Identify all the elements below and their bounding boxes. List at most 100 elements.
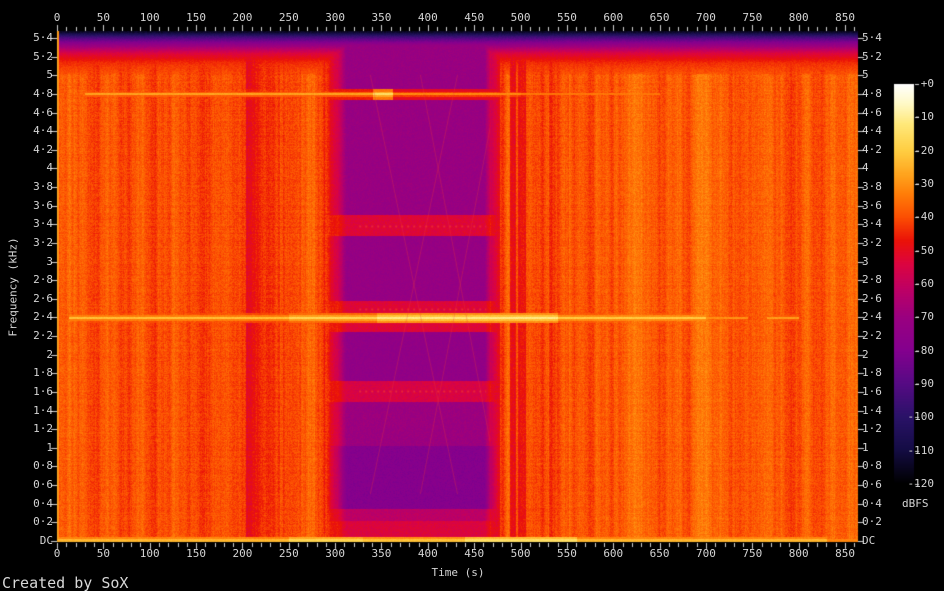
- freq-axis-right-tick-label: 5·4: [862, 31, 882, 44]
- freq-axis-left-tick-label: 0·6: [33, 478, 53, 491]
- time-axis-top-tick-label: 250: [278, 11, 299, 24]
- freq-axis-left-tick-label: 3·2: [33, 236, 53, 249]
- time-axis-bottom-tick-label: 400: [417, 547, 438, 560]
- freq-axis-right-tick-label: 1: [862, 441, 869, 454]
- colorbar-tick-label: -100: [907, 410, 935, 423]
- freq-axis-right-tick-label: 5·2: [862, 50, 882, 63]
- time-axis-bottom-tick-label: 200: [232, 547, 253, 560]
- freq-axis-right-tick-label: 1·2: [862, 422, 882, 435]
- time-axis-top-tick-label: 150: [186, 11, 206, 24]
- colorbar-tick-label: -80: [914, 344, 934, 357]
- freq-axis-right-tick-label: 4·2: [862, 143, 882, 156]
- freq-axis-left-tick-label: 2: [46, 348, 53, 361]
- freq-axis-left-tick-label: 1·4: [33, 404, 53, 417]
- time-axis-bottom-tick-label: 50: [96, 547, 110, 560]
- time-axis-top-tick-label: 450: [464, 11, 485, 24]
- freq-axis-left-tick-label: 5·4: [33, 31, 53, 44]
- freq-axis-right-tick-label: 0·6: [862, 478, 882, 491]
- freq-axis-left-tick-label: 3·4: [33, 217, 53, 230]
- colorbar-tick-label: +0: [920, 77, 934, 90]
- freq-axis-right-tick-label: 4·6: [862, 106, 882, 119]
- time-axis-bottom-tick-label: 850: [835, 547, 855, 560]
- colorbar-tick-label: -40: [914, 210, 934, 223]
- freq-axis-left-tick-label: 4·8: [33, 87, 53, 100]
- freq-axis-right-tick-label: 0·8: [862, 459, 882, 472]
- freq-axis-right-tick-label: 1·4: [862, 404, 882, 417]
- spectrogram-canvas: [0, 0, 944, 591]
- freq-axis-right-tick-label: 2: [862, 348, 869, 361]
- freq-axis-right-tick-label: 5: [862, 68, 869, 81]
- time-axis-bottom-tick-label: 250: [278, 547, 299, 560]
- freq-axis-left-tick-label: 2·2: [33, 329, 53, 342]
- colorbar-tick-label: -30: [914, 177, 934, 190]
- freq-axis-right-tick-label: 0·4: [862, 497, 882, 510]
- freq-axis-right-tick-label: 4·8: [862, 87, 882, 100]
- time-axis-top-tick-label: 700: [696, 11, 716, 24]
- freq-axis-left-tick-label: 0·2: [33, 515, 53, 528]
- time-axis-top-tick-label: 50: [96, 11, 110, 24]
- time-axis-top-tick-label: 750: [742, 11, 763, 24]
- freq-axis-left-tick-label: 2·8: [33, 273, 53, 286]
- colorbar-tick-label: -60: [914, 277, 934, 290]
- freq-axis-right-tick-label: DC: [862, 534, 876, 547]
- colorbar-tick-label: -120: [907, 477, 935, 490]
- time-axis-bottom-tick-label: 600: [603, 547, 624, 560]
- colorbar-tick-label: -50: [914, 244, 934, 257]
- time-axis-bottom-tick-label: 650: [649, 547, 670, 560]
- colorbar-tick-label: -90: [914, 377, 934, 390]
- time-axis-top-tick-label: 500: [510, 11, 531, 24]
- freq-axis-right-tick-label: 1·8: [862, 366, 882, 379]
- time-axis-bottom-tick-label: 550: [556, 547, 577, 560]
- sox-spectrogram-window: 0 0 50 50 100 100 150 150 200 200 250 250 300 300 350 3…: [0, 0, 944, 591]
- time-axis-bottom-tick-label: 350: [371, 547, 392, 560]
- freq-axis-left-tick-label: 1·2: [33, 422, 53, 435]
- time-axis-bottom-tick-label: 150: [186, 547, 206, 560]
- freq-axis-right-tick-label: 1·6: [862, 385, 882, 398]
- freq-axis-left-tick-label: 1·8: [33, 366, 53, 379]
- time-axis-bottom-tick-label: 800: [788, 547, 809, 560]
- freq-axis-left-tick-label: 2·6: [33, 292, 53, 305]
- freq-axis-left-tick-label: 4·2: [33, 143, 53, 156]
- time-axis-top-tick-label: 800: [788, 11, 809, 24]
- freq-axis-right-tick-label: 0·2: [862, 515, 882, 528]
- time-axis-top-tick-label: 200: [232, 11, 253, 24]
- freq-axis-right-tick-label: 3·8: [862, 180, 882, 193]
- time-axis-bottom-tick-label: 700: [696, 547, 716, 560]
- freq-axis-right-tick-label: 3·6: [862, 199, 882, 212]
- freq-axis-left-tick-label: 5·2: [33, 50, 53, 63]
- time-axis-top-tick-label: 0: [53, 11, 61, 24]
- freq-axis-left-tick-label: DC: [39, 534, 53, 547]
- time-axis-top-tick-label: 600: [603, 11, 624, 24]
- freq-axis-right-tick-label: 4·4: [862, 124, 882, 137]
- time-axis-top-tick-label: 350: [371, 11, 392, 24]
- time-axis-top-tick-label: 400: [417, 11, 438, 24]
- freq-axis-left-tick-label: 5: [46, 68, 53, 81]
- freq-axis-left-tick-label: 1·6: [33, 385, 53, 398]
- time-axis-bottom-tick-label: 750: [742, 547, 763, 560]
- time-axis-bottom-tick-label: 100: [139, 547, 160, 560]
- y-axis-title: Frequency (kHz): [6, 237, 20, 337]
- colorbar-tick-label: -70: [914, 310, 934, 323]
- freq-axis-left-tick-label: 4: [46, 161, 53, 174]
- time-axis-top-tick-label: 300: [325, 11, 346, 24]
- freq-axis-left-tick-label: 0·8: [33, 459, 53, 472]
- freq-axis-right-tick-label: 2·2: [862, 329, 882, 342]
- freq-axis-left-tick-label: 1: [46, 441, 53, 454]
- colorbar-unit-label: dBFS: [902, 497, 929, 510]
- colorbar-tick-label: -10: [914, 110, 934, 123]
- freq-axis-left-tick-label: 3: [46, 255, 53, 268]
- colorbar-tick-label: -20: [914, 144, 934, 157]
- freq-axis-left-tick-label: 0·4: [33, 497, 53, 510]
- credit-text: Created by SoX: [2, 574, 129, 591]
- time-axis-top-tick-label: 550: [556, 11, 577, 24]
- x-axis-title: Time (s): [431, 566, 485, 579]
- freq-axis-left-tick-label: 2·4: [33, 310, 53, 323]
- time-axis-bottom-tick-label: 0: [53, 547, 61, 560]
- freq-axis-right-tick-label: 2·6: [862, 292, 882, 305]
- time-axis-top-tick-label: 650: [649, 11, 670, 24]
- freq-axis-right-tick-label: 2·8: [862, 273, 882, 286]
- freq-axis-left-tick-label: 4·6: [33, 106, 53, 119]
- freq-axis-left-tick-label: 3·6: [33, 199, 53, 212]
- freq-axis-right-tick-label: 3·4: [862, 217, 882, 230]
- freq-axis-left-tick-label: 3·8: [33, 180, 53, 193]
